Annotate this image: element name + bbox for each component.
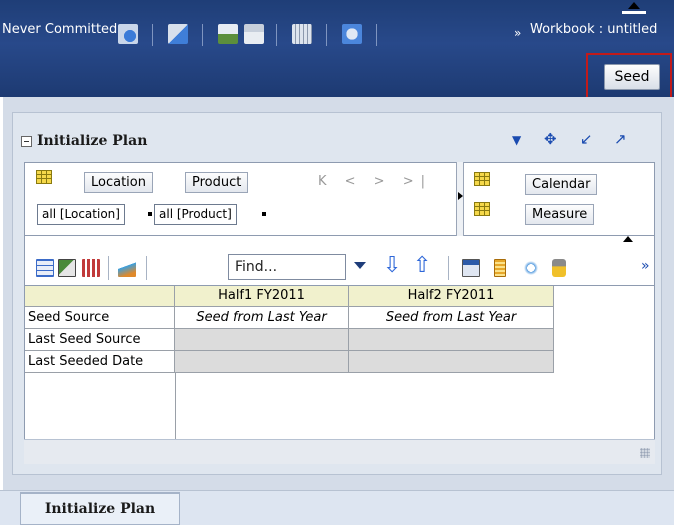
commit-status: Never Committed bbox=[2, 22, 118, 37]
splitter-arrow-icon[interactable] bbox=[458, 192, 463, 200]
maximize-icon[interactable]: ↗ bbox=[614, 130, 627, 148]
toolbar-separator bbox=[376, 24, 377, 46]
collapse-dimensions-icon[interactable] bbox=[623, 236, 633, 242]
grid-cell-readonly bbox=[349, 351, 554, 373]
refresh-data-icon[interactable] bbox=[168, 24, 188, 44]
calendar-grid-icon bbox=[474, 172, 490, 186]
pivot-grid-icon[interactable] bbox=[36, 170, 52, 184]
lock-icon[interactable] bbox=[552, 259, 566, 277]
highlight-icon[interactable] bbox=[494, 259, 506, 277]
location-dimension-button[interactable]: Location bbox=[84, 172, 153, 193]
move-icon[interactable]: ✥ bbox=[544, 130, 557, 148]
toolbar-separator bbox=[448, 256, 449, 280]
grid-cell-readonly bbox=[175, 329, 349, 351]
row-header: Seed Source bbox=[25, 307, 175, 329]
toolbar-separator bbox=[152, 24, 153, 46]
top-banner: Never Committed » Workbook : untitled bbox=[0, 0, 674, 97]
grid-cell[interactable]: Seed from Last Year bbox=[349, 307, 554, 329]
corner-cell bbox=[25, 286, 175, 307]
more-tools-chevron[interactable]: » bbox=[514, 26, 521, 40]
measure-dimension-button[interactable]: Measure bbox=[525, 204, 595, 225]
product-dimension-button[interactable]: Product bbox=[185, 172, 249, 193]
row-header: Last Seed Source bbox=[25, 329, 175, 351]
collapse-view-icon[interactable] bbox=[21, 136, 32, 147]
grid-status-strip bbox=[24, 439, 655, 464]
find-previous-icon[interactable]: ⇧ bbox=[413, 254, 431, 278]
view-menu-dropdown-icon[interactable]: ▼ bbox=[512, 133, 521, 147]
minimize-bar bbox=[622, 11, 646, 14]
grid-cell-readonly bbox=[349, 329, 554, 351]
row-header: Last Seeded Date bbox=[25, 351, 175, 373]
toolbar-separator bbox=[326, 24, 327, 46]
column-header[interactable]: Half2 FY2011 bbox=[349, 286, 554, 307]
calendar-dimension-button[interactable]: Calendar bbox=[525, 174, 598, 195]
select-columns-icon[interactable] bbox=[462, 259, 480, 277]
dimension-nav-arrows[interactable]: K < > >| bbox=[318, 174, 432, 189]
selection-separator bbox=[262, 212, 266, 216]
chart-table-icon[interactable] bbox=[58, 259, 76, 277]
spread-icon[interactable] bbox=[522, 259, 540, 277]
table-view-icon[interactable] bbox=[36, 259, 54, 277]
location-selection[interactable]: all [Location] bbox=[37, 204, 125, 225]
find-dropdown-icon[interactable] bbox=[354, 262, 366, 269]
toolbar-separator bbox=[276, 24, 277, 46]
grid-column-line bbox=[175, 373, 176, 439]
toolbar-separator bbox=[202, 24, 203, 46]
seed-highlight-box bbox=[586, 53, 672, 99]
commit-info-icon[interactable] bbox=[118, 24, 138, 44]
sync-icon[interactable] bbox=[342, 24, 362, 44]
tab-initialize-plan[interactable]: Initialize Plan bbox=[20, 492, 180, 525]
view-title: Initialize Plan bbox=[37, 133, 148, 149]
workbook-name: Workbook : untitled bbox=[530, 22, 658, 37]
grid-cell-readonly bbox=[175, 351, 349, 373]
find-next-icon[interactable]: ⇩ bbox=[383, 254, 401, 278]
more-toolbar-chevron[interactable]: » bbox=[641, 258, 650, 274]
bar-chart-icon[interactable] bbox=[82, 259, 100, 277]
toolbar-separator bbox=[146, 256, 147, 280]
grid-cell[interactable]: Seed from Last Year bbox=[175, 307, 349, 329]
restore-icon[interactable]: ↙ bbox=[580, 130, 593, 148]
resize-grip-icon[interactable] bbox=[640, 448, 650, 458]
selection-separator bbox=[148, 212, 152, 216]
find-input[interactable]: Find... bbox=[228, 254, 346, 280]
measure-grid-icon bbox=[474, 202, 490, 216]
export-icon[interactable] bbox=[218, 24, 238, 44]
product-selection[interactable]: all [Product] bbox=[154, 204, 237, 225]
calculator-icon[interactable] bbox=[292, 24, 312, 44]
collapse-banner-icon[interactable] bbox=[628, 2, 640, 9]
print-icon[interactable] bbox=[244, 24, 264, 44]
toolbar-separator bbox=[108, 256, 109, 280]
column-header[interactable]: Half1 FY2011 bbox=[175, 286, 349, 307]
area-chart-icon[interactable] bbox=[118, 259, 136, 277]
